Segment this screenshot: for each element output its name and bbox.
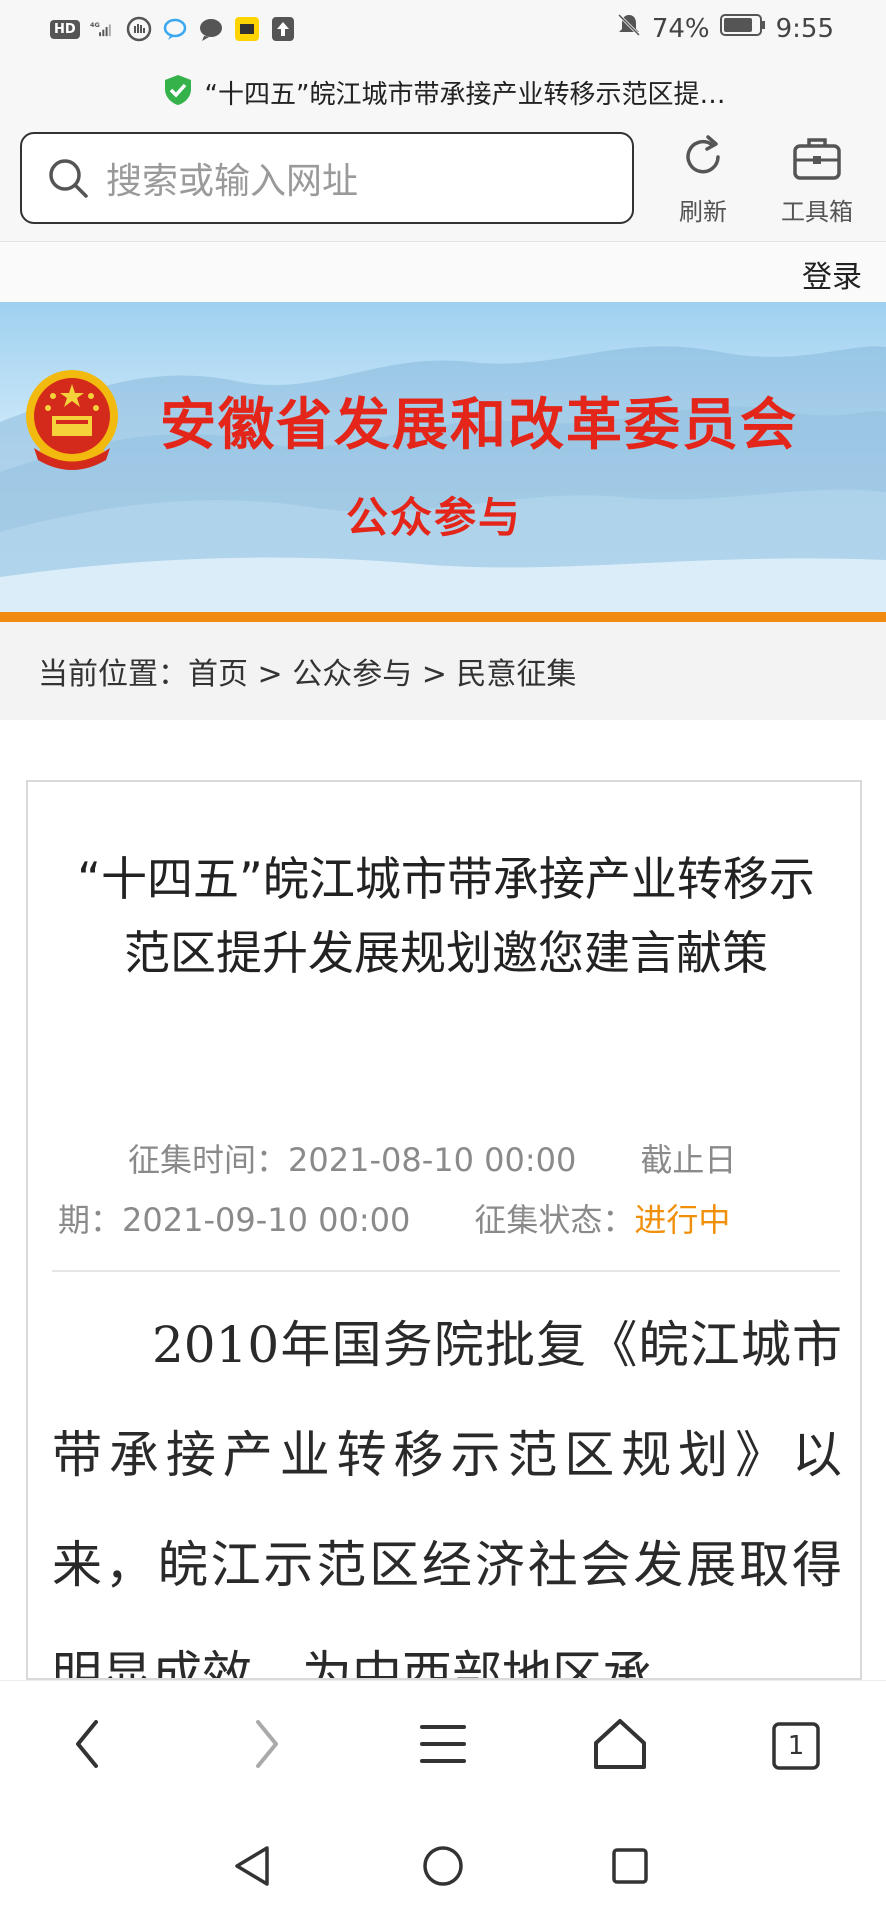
system-home-button[interactable] xyxy=(413,1838,473,1898)
browser-bottom-nav: 1 xyxy=(0,1680,886,1810)
chevron-right-icon xyxy=(246,1716,286,1776)
system-recents-button[interactable] xyxy=(600,1838,660,1898)
tabs-icon: 1 xyxy=(771,1721,821,1771)
upload-icon xyxy=(270,16,296,42)
tab-count: 1 xyxy=(787,1731,805,1761)
system-back-button[interactable] xyxy=(222,1838,282,1898)
page-title-bar[interactable]: “十四五”皖江城市带承接产业转移示范区提… xyxy=(0,62,886,122)
site-banner: 安徽省发展和改革委员会 公众参与 xyxy=(0,302,886,612)
article-meta: 征集时间：2021-08-10 00:00 截止日 期：2021-09-10 0… xyxy=(58,1130,834,1250)
login-link[interactable]: 登录 xyxy=(802,252,862,296)
refresh-icon xyxy=(678,135,728,186)
article-card: “十四五”皖江城市带承接产业转移示范区提升发展规划邀您建言献策 征集时间：202… xyxy=(26,780,862,1680)
system-navigation-bar xyxy=(0,1810,886,1920)
hd-icon: HD xyxy=(50,19,80,39)
meta-collection-time: 征集时间：2021-08-10 00:00 截止日 xyxy=(128,1141,737,1179)
national-emblem-icon xyxy=(20,366,124,478)
meta-divider xyxy=(52,1270,840,1272)
status-bar: HD 4G 74% 9:55 xyxy=(0,0,886,62)
message-icon xyxy=(198,16,224,42)
battery-icon xyxy=(719,12,766,45)
secure-shield-icon xyxy=(161,73,195,111)
clock: 9:55 xyxy=(775,13,834,44)
app-icon xyxy=(234,16,260,42)
login-bar: 登录 xyxy=(0,242,886,302)
status-left-icons: HD 4G xyxy=(50,16,296,42)
triangle-back-icon xyxy=(231,1844,273,1892)
toolbox-button[interactable]: 工具箱 xyxy=(762,132,872,232)
back-button[interactable] xyxy=(48,1711,128,1781)
section-name: 公众参与 xyxy=(346,493,523,542)
signal-icon: 4G xyxy=(90,16,116,42)
meta-deadline: 期：2021-09-10 00:00 征集状态： xyxy=(58,1201,635,1239)
organization-name: 安徽省发展和改革委员会 xyxy=(160,393,798,458)
browser-toolbar: 搜索或输入网址 刷新 工具箱 xyxy=(0,122,886,242)
article-body: 2010年国务院批复《皖江城市带承接产业转移示范区规划》以来，皖江示范区经济社会… xyxy=(52,1316,842,1680)
banner-divider xyxy=(0,612,886,622)
chevron-left-icon xyxy=(68,1716,108,1776)
menu-button[interactable] xyxy=(403,1711,483,1781)
mute-bell-icon xyxy=(616,12,642,45)
refresh-button[interactable]: 刷新 xyxy=(648,132,758,232)
tabs-button[interactable]: 1 xyxy=(756,1711,836,1781)
search-icon xyxy=(46,156,90,200)
circle-home-icon xyxy=(421,1844,465,1892)
status-right: 74% 9:55 xyxy=(616,12,834,45)
home-icon xyxy=(592,1717,648,1775)
breadcrumb[interactable]: 当前位置：首页 > 公众参与 > 民意征集 xyxy=(0,622,886,720)
chat-bubble-icon xyxy=(162,16,188,42)
search-input[interactable]: 搜索或输入网址 xyxy=(20,132,634,224)
toolbox-icon xyxy=(791,138,843,186)
toolbox-label: 工具箱 xyxy=(781,198,853,226)
home-button[interactable] xyxy=(580,1711,660,1781)
page-title: “十四五”皖江城市带承接产业转移示范区提… xyxy=(204,79,726,110)
hamburger-menu-icon xyxy=(418,1719,468,1773)
svg-text:4G: 4G xyxy=(90,21,100,29)
search-placeholder: 搜索或输入网址 xyxy=(106,161,359,202)
hand-icon xyxy=(126,16,152,42)
status-badge: 进行中 xyxy=(634,1201,731,1239)
meta-deadline-status: 期：2021-09-10 00:00 征集状态：进行中 xyxy=(58,1190,834,1250)
battery-percent: 74% xyxy=(651,13,710,44)
square-recents-icon xyxy=(610,1846,650,1890)
forward-button[interactable] xyxy=(226,1711,306,1781)
refresh-label: 刷新 xyxy=(679,198,727,226)
article-title: “十四五”皖江城市带承接产业转移示范区提升发展规划邀您建言献策 xyxy=(77,852,815,980)
